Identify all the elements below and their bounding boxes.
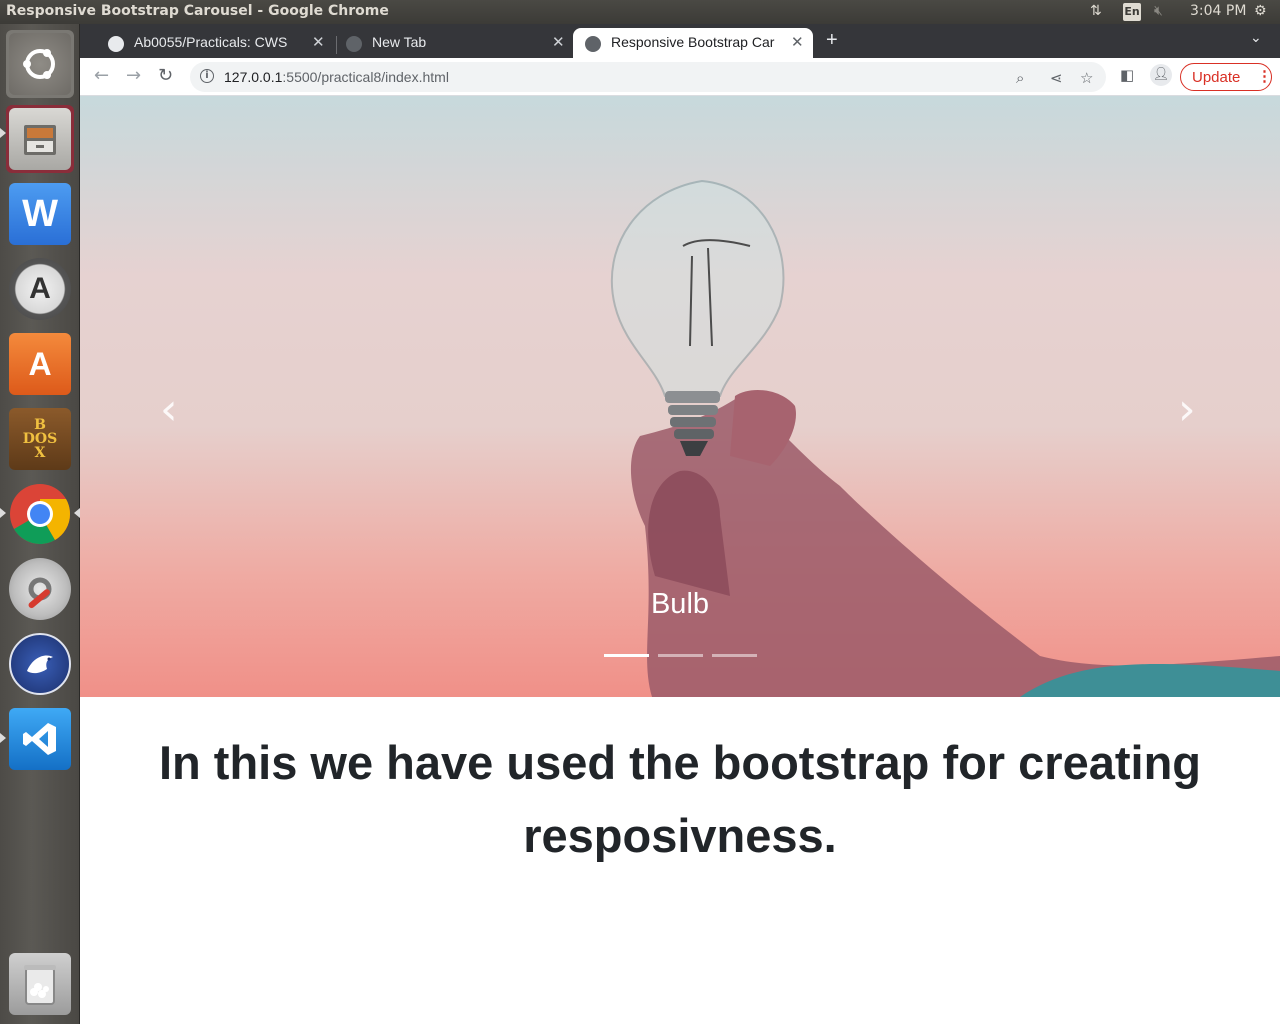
running-indicator [0,733,6,743]
forward-button[interactable]: → [126,65,141,86]
wps-writer-icon[interactable]: W [6,180,74,248]
system-settings-icon[interactable] [6,555,74,623]
tab-responsive-carousel[interactable]: Responsive Bootstrap Car ✕ [573,28,813,58]
update-button[interactable]: Update ⋮ [1180,63,1272,91]
site-info-icon[interactable]: i [200,69,214,83]
chrome-tab-icon [346,36,362,52]
tab-close-button[interactable]: ✕ [312,33,325,51]
tab-close-button[interactable]: ✕ [552,33,565,51]
file-cabinet-icon [24,125,56,155]
side-panel-icon[interactable]: ◧ [1120,66,1134,84]
globe-icon [585,36,601,52]
running-indicator [0,508,6,518]
web-page: ‹ › Bulb In this we have used the bootst… [80,96,1280,1024]
carousel-indicator-2[interactable] [658,654,703,657]
vscode-icon[interactable] [6,705,74,773]
profile-avatar-icon[interactable]: 👤︎ [1150,64,1172,86]
wrench-gear-icon [28,577,52,609]
tab-strip: Ab0055/Practicals: CWS ✕ New Tab ✕ Respo… [80,24,1280,58]
software-updater-icon[interactable]: A [6,255,74,323]
github-icon [108,36,124,52]
more-menu-icon: ⋮ [1257,68,1272,85]
carousel-next-button[interactable]: › [1178,384,1196,435]
share-icon[interactable]: ⋖ [1050,69,1063,87]
keyboard-layout-indicator[interactable]: En [1123,3,1141,21]
ubuntu-top-panel: Responsive Bootstrap Carousel - Google C… [0,0,1280,24]
google-chrome-icon[interactable] [6,480,74,548]
zoom-icon[interactable]: ⌕ [1016,69,1024,87]
bird-icon [27,655,53,674]
dosbox-icon[interactable]: B DOS X [6,405,74,473]
carousel-prev-button[interactable]: ‹ [160,384,178,435]
ubuntu-logo-icon [23,49,55,79]
carousel-indicator-3[interactable] [712,654,757,657]
tab-label: New Tab [372,34,427,50]
volume-muted-icon[interactable]: 🔇︎ [1154,3,1163,19]
vscode-logo-icon [23,723,56,755]
trash-icon[interactable] [6,950,74,1018]
chrome-logo-icon [10,484,71,545]
unity-launcher: W A A B DOS X [0,24,80,1024]
tab-label: Responsive Bootstrap Car [611,34,775,50]
ubuntu-dash-icon[interactable] [6,30,74,98]
window-title: Responsive Bootstrap Carousel - Google C… [6,3,389,19]
thunderbird-icon[interactable] [6,630,74,698]
address-bar[interactable]: i 127.0.0.1:5500/practical8/index.html ⌕… [190,62,1106,92]
tab-close-button[interactable]: ✕ [791,33,804,51]
files-icon[interactable] [6,105,74,173]
url-text[interactable]: 127.0.0.1:5500/practical8/index.html [224,69,449,85]
bookmark-star-icon[interactable]: ☆ [1080,69,1093,87]
clock[interactable]: 3:04 PM [1190,3,1246,19]
gear-icon[interactable]: ⚙ [1254,3,1267,19]
carousel: ‹ › Bulb [80,96,1280,697]
new-tab-button[interactable]: + [826,29,838,52]
carousel-indicator-1[interactable] [604,654,649,657]
tab-label: Ab0055/Practicals: CWS [134,34,288,50]
tab-github[interactable]: Ab0055/Practicals: CWS ✕ [96,28,332,58]
back-button[interactable]: ← [94,65,109,86]
page-headline: In this we have used the bootstrap for c… [158,736,1201,862]
reload-button[interactable]: ↻ [158,65,173,86]
tab-new-tab[interactable]: New Tab ✕ [334,28,570,58]
network-icon[interactable]: ⇅ [1090,3,1102,19]
ubuntu-software-icon[interactable]: A [6,330,74,398]
browser-toolbar: ← → ↻ i 127.0.0.1:5500/practical8/index.… [80,58,1280,96]
carousel-caption: Bulb [650,588,710,620]
trash-can-icon [24,965,56,1005]
tab-search-chevron-icon[interactable]: ⌄ [1250,30,1262,46]
